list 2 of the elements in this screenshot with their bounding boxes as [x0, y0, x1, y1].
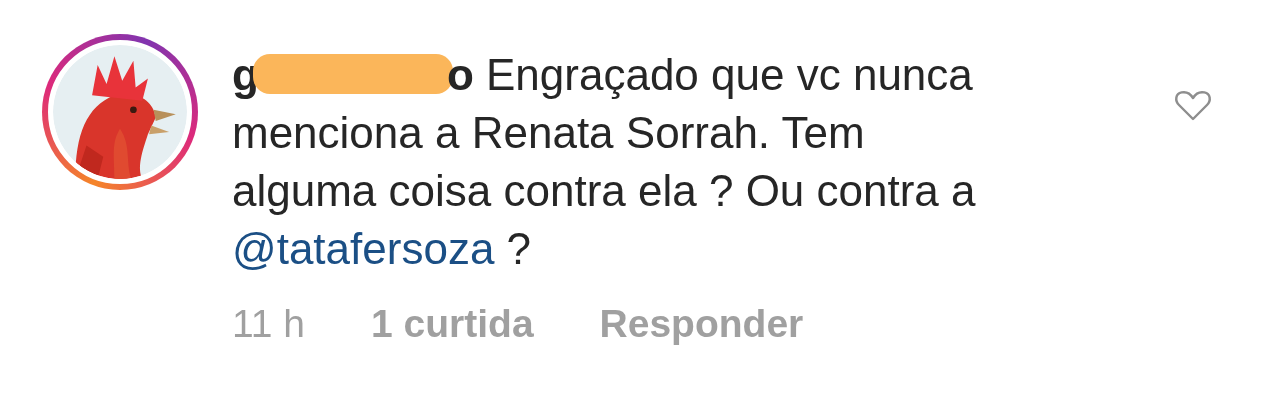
- mention-link[interactable]: @tatafersoza: [232, 224, 495, 273]
- timestamp: 11 h: [232, 302, 305, 346]
